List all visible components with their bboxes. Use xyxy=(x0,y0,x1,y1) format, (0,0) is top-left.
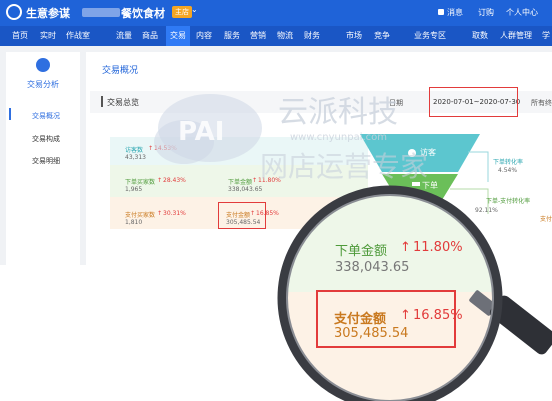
up-arrow-icon: ↑ xyxy=(148,145,154,152)
nav-marketing[interactable]: 营销 xyxy=(250,30,266,41)
order-buyers-label: 下单买家数 xyxy=(125,179,156,186)
up-arrow-icon: ↑ xyxy=(252,177,258,184)
nav-learn[interactable]: 学 xyxy=(542,30,550,41)
nav-product[interactable]: 商品 xyxy=(142,30,158,41)
funnel-pay-segment xyxy=(398,202,442,224)
date-highlight-box xyxy=(429,87,518,117)
nav-traffic[interactable]: 流量 xyxy=(116,30,132,41)
nav-market[interactable]: 市场 xyxy=(346,30,362,41)
lens-order-amount-label: 下单金额 xyxy=(335,244,388,259)
brand-title[interactable]: 生意参谋 xyxy=(26,5,70,21)
date-label: 日期 xyxy=(389,99,403,107)
top-bar: 生意参谋 餐饮食材 主店 ⌄ 消息 订购 个人中心 xyxy=(0,0,552,26)
visitors-change: 14.53% xyxy=(154,145,177,152)
funnel-order-label: 下单 xyxy=(422,181,438,190)
message-link[interactable]: 消息 xyxy=(447,7,463,18)
nav-business-zone[interactable]: 业务专区 xyxy=(414,30,446,41)
nav-service[interactable]: 服务 xyxy=(224,30,240,41)
magnifier-handle-joint xyxy=(469,290,497,316)
order-pay-rate-value: 92.11% xyxy=(475,207,498,214)
order-amount-change: 11.80% xyxy=(258,177,281,184)
funnel-connector xyxy=(468,151,489,182)
pay-rate-label: 支付 xyxy=(540,216,552,223)
pay-amount-highlight-box xyxy=(218,202,266,229)
funnel-order-segment xyxy=(382,174,458,200)
order-amount-label: 下单金额 xyxy=(228,179,253,186)
summary-title: 交易总览 xyxy=(107,98,139,107)
nav-warroom[interactable]: 作战室 xyxy=(66,30,90,41)
order-rate-value: 4.54% xyxy=(498,167,518,174)
nav-home[interactable]: 首页 xyxy=(12,30,28,41)
personal-center-link[interactable]: 个人中心 xyxy=(506,7,538,18)
lens-order-amount-value: 338,043.65 xyxy=(335,260,410,275)
pay-buyers-label: 支付买家数 xyxy=(125,212,156,219)
hammer-icon xyxy=(412,182,420,186)
funnel-visitors-label: 访客 xyxy=(420,148,436,157)
visitors-value: 43,313 xyxy=(125,154,146,161)
chevron-down-icon[interactable]: ⌄ xyxy=(191,5,198,14)
nav-logistics[interactable]: 物流 xyxy=(277,30,293,41)
order-link[interactable]: 订购 xyxy=(478,7,494,18)
sidebar-item-overview[interactable]: 交易概况 xyxy=(32,111,60,121)
logo-icon[interactable] xyxy=(6,4,22,20)
nav-content[interactable]: 内容 xyxy=(196,30,212,41)
nav-crowd[interactable]: 人群管理 xyxy=(500,30,532,41)
store-name-blurred xyxy=(82,8,120,17)
summary-marker xyxy=(101,96,103,107)
conversion-funnel xyxy=(360,134,489,224)
nav-transaction[interactable]: 交易 xyxy=(166,26,190,46)
main-nav: 首页 实时 作战室 流量 商品 交易 内容 服务 营销 物流 财务 市场 竞争 … xyxy=(0,26,552,59)
order-pay-rate-label: 下单-支付转化率 xyxy=(486,198,531,205)
nav-finance[interactable]: 财务 xyxy=(304,30,320,41)
sidebar-title: 交易分析 xyxy=(27,80,59,89)
store-name[interactable]: 餐饮食材 xyxy=(121,5,165,21)
nav-data-fetch[interactable]: 取数 xyxy=(472,30,488,41)
order-buyers-change: 28.43% xyxy=(163,177,186,184)
analysis-icon xyxy=(36,58,50,72)
up-arrow-icon: ↑ xyxy=(157,177,163,184)
message-icon[interactable] xyxy=(438,9,444,15)
order-rate-label: 下单转化率 xyxy=(493,159,524,166)
nav-competition[interactable]: 竞争 xyxy=(374,30,390,41)
magnifier-handle xyxy=(489,295,552,355)
order-buyers-value: 1,965 xyxy=(125,186,143,193)
visitors-label: 访客数 xyxy=(125,147,144,154)
lens-order-amount-change: 11.80% xyxy=(413,240,463,255)
sidebar-item-composition[interactable]: 交易构成 xyxy=(32,134,60,144)
pay-buyers-value: 1,810 xyxy=(125,219,143,226)
lens-pay-amount-highlight-box xyxy=(316,290,456,348)
user-icon xyxy=(408,149,416,157)
sidebar-item-details[interactable]: 交易明细 xyxy=(32,156,60,166)
pay-buyers-change: 30.31% xyxy=(163,210,186,217)
order-amount-value: 338,043.65 xyxy=(228,186,263,193)
nav-realtime[interactable]: 实时 xyxy=(40,30,56,41)
sidebar-active-indicator xyxy=(9,108,11,120)
up-arrow-icon: ↑ xyxy=(157,210,163,217)
terminal-select[interactable]: 所有终 xyxy=(531,98,552,108)
up-arrow-icon: ↑ xyxy=(400,240,411,255)
store-badge: 主店 xyxy=(172,6,192,18)
page-title: 交易概况 xyxy=(102,66,139,76)
